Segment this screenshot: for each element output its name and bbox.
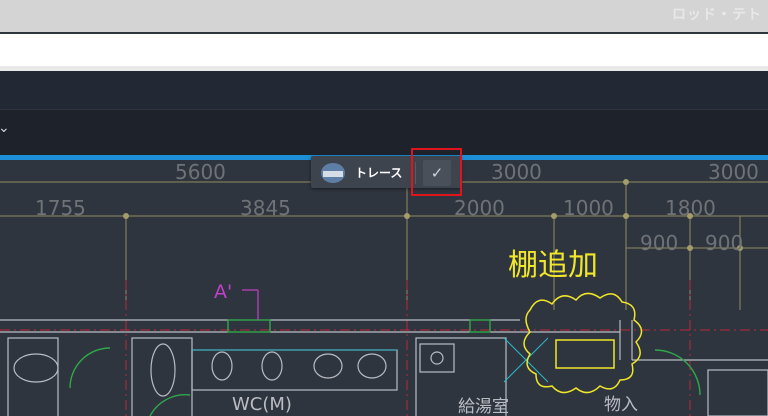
highlight-box <box>411 148 462 196</box>
top-browser-bar: ロッド・テト <box>0 0 768 32</box>
dim-1800: 1800 <box>665 196 716 220</box>
app-header <box>0 71 768 109</box>
room-wc: WC(M) <box>232 394 292 415</box>
dim-3845: 3845 <box>240 196 291 220</box>
dim-3000-a: 3000 <box>491 160 542 184</box>
trace-image-icon[interactable] <box>321 163 345 183</box>
room-storage: 物入 <box>604 395 638 415</box>
watermark: ロッド・テト <box>672 6 762 22</box>
trace-label[interactable]: トレース <box>355 164 402 181</box>
app-subheader <box>0 109 768 156</box>
dim-3000-b: 3000 <box>708 160 759 184</box>
address-bar[interactable] <box>0 34 768 66</box>
section-mark: A' <box>214 281 232 303</box>
dim-1000: 1000 <box>563 196 614 220</box>
drawing-canvas[interactable]: 5600 3000 3000 1755 3845 2000 1000 1800 … <box>0 160 768 416</box>
dim-900-b: 900 <box>705 231 743 255</box>
dim-900-a: 900 <box>640 231 678 255</box>
dim-1755: 1755 <box>35 196 86 220</box>
room-kitchenette: 給湯室 <box>458 397 509 416</box>
chevron-down-icon[interactable]: ⌄ <box>0 120 10 136</box>
shelf-annotation: 棚追加 <box>508 248 598 283</box>
dim-5600: 5600 <box>175 160 226 184</box>
dim-2000: 2000 <box>454 196 505 220</box>
